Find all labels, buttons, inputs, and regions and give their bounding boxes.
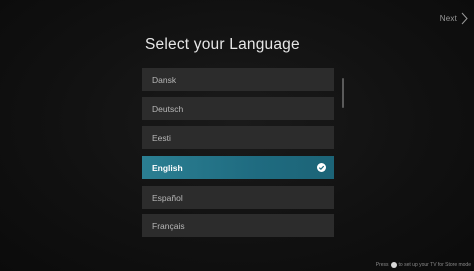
hint-suffix: to set up your TV for Store mode bbox=[398, 262, 471, 268]
next-button[interactable]: Next bbox=[440, 12, 468, 25]
language-label: Français bbox=[152, 220, 185, 231]
check-icon bbox=[317, 163, 326, 172]
next-label: Next bbox=[439, 14, 457, 23]
language-label: Dansk bbox=[152, 74, 177, 85]
language-list: Dansk Deutsch Eesti English Español Fran… bbox=[142, 68, 334, 244]
language-item-dansk[interactable]: Dansk bbox=[142, 68, 334, 91]
language-label: English bbox=[152, 162, 183, 173]
list-scrollbar[interactable] bbox=[342, 78, 344, 108]
page-title: Select your Language bbox=[145, 36, 300, 53]
hint-prefix: Press bbox=[375, 262, 389, 268]
language-item-francais[interactable]: Français bbox=[142, 214, 334, 237]
chevron-right-icon bbox=[461, 12, 468, 25]
language-item-english[interactable]: English bbox=[142, 156, 334, 179]
language-label: Español bbox=[152, 192, 183, 203]
store-mode-hint: Press to set up your TV for Store mode bbox=[376, 262, 471, 268]
language-item-eesti[interactable]: Eesti bbox=[142, 126, 334, 149]
language-setup-screen: Next Select your Language Dansk Deutsch … bbox=[0, 0, 474, 271]
language-item-deutsch[interactable]: Deutsch bbox=[142, 97, 334, 120]
language-label: Deutsch bbox=[152, 103, 184, 114]
remote-button-icon bbox=[390, 262, 397, 268]
language-item-espanol[interactable]: Español bbox=[142, 186, 334, 209]
language-label: Eesti bbox=[152, 132, 171, 143]
